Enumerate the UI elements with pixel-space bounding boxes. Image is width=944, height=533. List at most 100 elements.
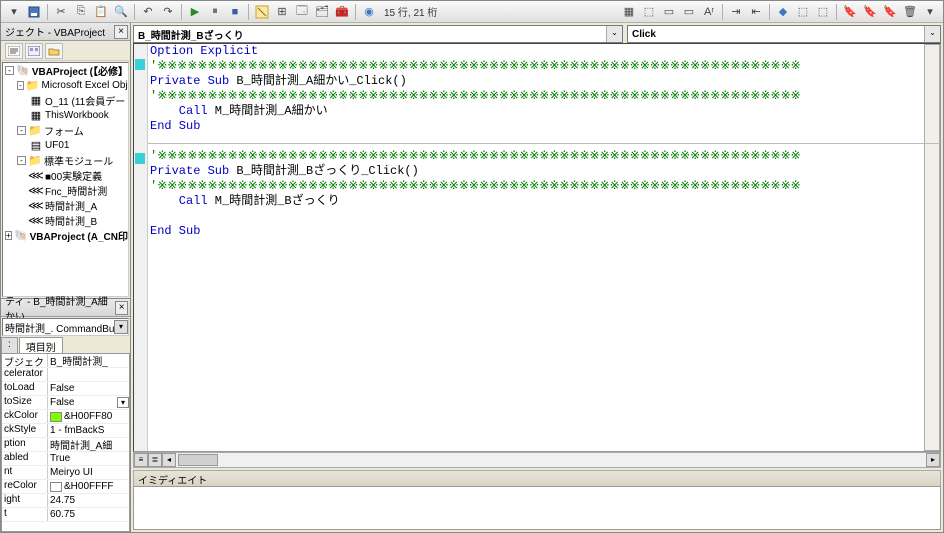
toolbox-icon[interactable]: 🧰: [333, 3, 351, 21]
property-value[interactable]: False▾: [48, 396, 129, 409]
object-dropdown[interactable]: B_時間計測_Bざっくり ⌄: [133, 25, 623, 43]
cursor-position: 15 行, 21 桁: [380, 4, 441, 19]
property-value[interactable]: 時間計測_A細: [48, 438, 129, 451]
tree-folder[interactable]: -📁標準モジュール: [3, 153, 128, 168]
tree-item[interactable]: ▤UF01: [3, 138, 128, 153]
chevron-down-icon[interactable]: ⌄: [606, 26, 622, 42]
property-row[interactable]: reColor&H00FFFF: [2, 480, 129, 494]
indent-icon[interactable]: ⇥: [727, 3, 745, 21]
procedure-dropdown[interactable]: Click ⌄: [627, 25, 941, 43]
toolbar-btn[interactable]: 🔖: [881, 3, 899, 21]
property-row[interactable]: ckStyle1 - fmBackS: [2, 424, 129, 438]
scroll-thumb[interactable]: [178, 454, 218, 466]
property-row[interactable]: t60.75: [2, 508, 129, 522]
procedure-marker: [135, 153, 145, 164]
toolbar-btn[interactable]: ▭: [680, 3, 698, 21]
property-value[interactable]: 60.75: [48, 508, 129, 521]
property-row[interactable]: celerator: [2, 368, 129, 382]
property-row[interactable]: ption時間計測_A細: [2, 438, 129, 452]
undo-icon[interactable]: ↶: [139, 3, 157, 21]
view-full-module-icon[interactable]: ≣: [148, 453, 162, 467]
tree-item[interactable]: ⋘時間計測_B: [3, 213, 128, 228]
pause-icon[interactable]: ⏸: [206, 3, 224, 21]
tree-item[interactable]: ⋘■00実験定義: [3, 168, 128, 183]
property-row[interactable]: ight24.75: [2, 494, 129, 508]
property-value[interactable]: False: [48, 382, 129, 395]
bookmark-icon[interactable]: ◆: [774, 3, 792, 21]
property-key: reColor: [2, 480, 48, 493]
toolbar-btn[interactable]: ⬚: [794, 3, 812, 21]
property-value[interactable]: Meiryo UI: [48, 466, 129, 479]
tab-categorized[interactable]: 項目別: [19, 337, 63, 353]
property-key: ight: [2, 494, 48, 507]
property-row[interactable]: toSizeFalse▾: [2, 396, 129, 410]
save-icon[interactable]: [25, 3, 43, 21]
design-mode-icon[interactable]: [253, 3, 271, 21]
immediate-input[interactable]: [133, 486, 941, 530]
module-icon: ⋘: [29, 215, 43, 227]
toolbar-btn[interactable]: 🔖: [861, 3, 879, 21]
toolbar-btn[interactable]: ▾: [921, 3, 939, 21]
toolbar-btn[interactable]: ▾: [5, 3, 23, 21]
property-row[interactable]: ブジェクト名)B_時間計測_: [2, 354, 129, 368]
properties-grid: ブジェクト名)B_時間計測_celeratortoLoadFalsetoSize…: [1, 353, 130, 532]
toolbar-btn[interactable]: ▭: [660, 3, 678, 21]
toolbar-btn[interactable]: Aʳ: [700, 3, 718, 21]
scroll-left-icon[interactable]: ◂: [162, 453, 176, 467]
close-icon[interactable]: ×: [114, 25, 128, 39]
view-object-icon[interactable]: [25, 43, 43, 59]
close-icon[interactable]: ×: [115, 301, 128, 315]
tree-folder[interactable]: -📁Microsoft Excel Obje: [3, 78, 128, 93]
folder-toggle-icon[interactable]: [45, 43, 63, 59]
property-row[interactable]: toLoadFalse: [2, 382, 129, 396]
scroll-right-icon[interactable]: ▸: [926, 453, 940, 467]
property-row[interactable]: ntMeiryo UI: [2, 466, 129, 480]
tree-folder[interactable]: -📁フォーム: [3, 123, 128, 138]
tree-project-root[interactable]: -🐚VBAProject (【必修】: [3, 63, 128, 78]
project-explorer-icon[interactable]: ⊞: [273, 3, 291, 21]
paste-icon[interactable]: 📋: [92, 3, 110, 21]
properties-icon[interactable]: 🗔: [293, 3, 311, 21]
vertical-scrollbar[interactable]: [924, 44, 940, 451]
property-value[interactable]: 1 - fmBackS: [48, 424, 129, 437]
redo-icon[interactable]: ↷: [159, 3, 177, 21]
property-value[interactable]: 24.75: [48, 494, 129, 507]
property-row[interactable]: ckColor&H00FF80: [2, 410, 129, 424]
toolbar-btn[interactable]: ⬚: [814, 3, 832, 21]
chevron-down-icon[interactable]: ▾: [117, 397, 129, 408]
property-value[interactable]: True: [48, 452, 129, 465]
folder-icon: 📁: [28, 125, 42, 137]
view-procedure-icon[interactable]: ≡: [134, 453, 148, 467]
code-text[interactable]: Option Explicit '※※※※※※※※※※※※※※※※※※※※※※※…: [148, 44, 924, 451]
outdent-icon[interactable]: ⇤: [747, 3, 765, 21]
help-icon[interactable]: ◉: [360, 3, 378, 21]
horizontal-scrollbar[interactable]: ≡ ≣ ◂ ▸: [133, 452, 941, 468]
toolbar-btn[interactable]: ⬚: [640, 3, 658, 21]
toolbar-btn[interactable]: 🔖: [841, 3, 859, 21]
tab-alphabetic[interactable]: :: [1, 337, 18, 353]
property-key: abled: [2, 452, 48, 465]
copy-icon[interactable]: ⎘: [72, 3, 90, 21]
property-value[interactable]: B_時間計測_: [48, 354, 129, 367]
run-icon[interactable]: ▶: [186, 3, 204, 21]
property-row[interactable]: abledTrue: [2, 452, 129, 466]
properties-object-selector[interactable]: 時間計測_. CommandBut ▾: [2, 318, 129, 336]
object-browser-icon[interactable]: 🗂: [313, 3, 331, 21]
tree-item[interactable]: ▦O_11 (11会員デー: [3, 93, 128, 108]
tree-project-root[interactable]: +🐚VBAProject (A_CN印: [3, 228, 128, 243]
property-value[interactable]: &H00FFFF: [48, 480, 129, 493]
tree-item[interactable]: ⋘時間計測_A: [3, 198, 128, 213]
cut-icon[interactable]: ✂: [52, 3, 70, 21]
property-value[interactable]: &H00FF80: [48, 410, 129, 423]
stop-icon[interactable]: ■: [226, 3, 244, 21]
toolbar-btn[interactable]: 🗑: [901, 3, 919, 21]
chevron-down-icon[interactable]: ⌄: [924, 26, 940, 42]
view-code-icon[interactable]: [5, 43, 23, 59]
code-editor[interactable]: Option Explicit '※※※※※※※※※※※※※※※※※※※※※※※…: [133, 43, 941, 452]
toolbar-btn[interactable]: ▦: [620, 3, 638, 21]
property-value[interactable]: [48, 368, 129, 381]
find-icon[interactable]: 🔍: [112, 3, 130, 21]
chevron-down-icon[interactable]: ▾: [114, 320, 128, 334]
tree-item[interactable]: ⋘Fnc_時間計測: [3, 183, 128, 198]
tree-item[interactable]: ▦ThisWorkbook: [3, 108, 128, 123]
